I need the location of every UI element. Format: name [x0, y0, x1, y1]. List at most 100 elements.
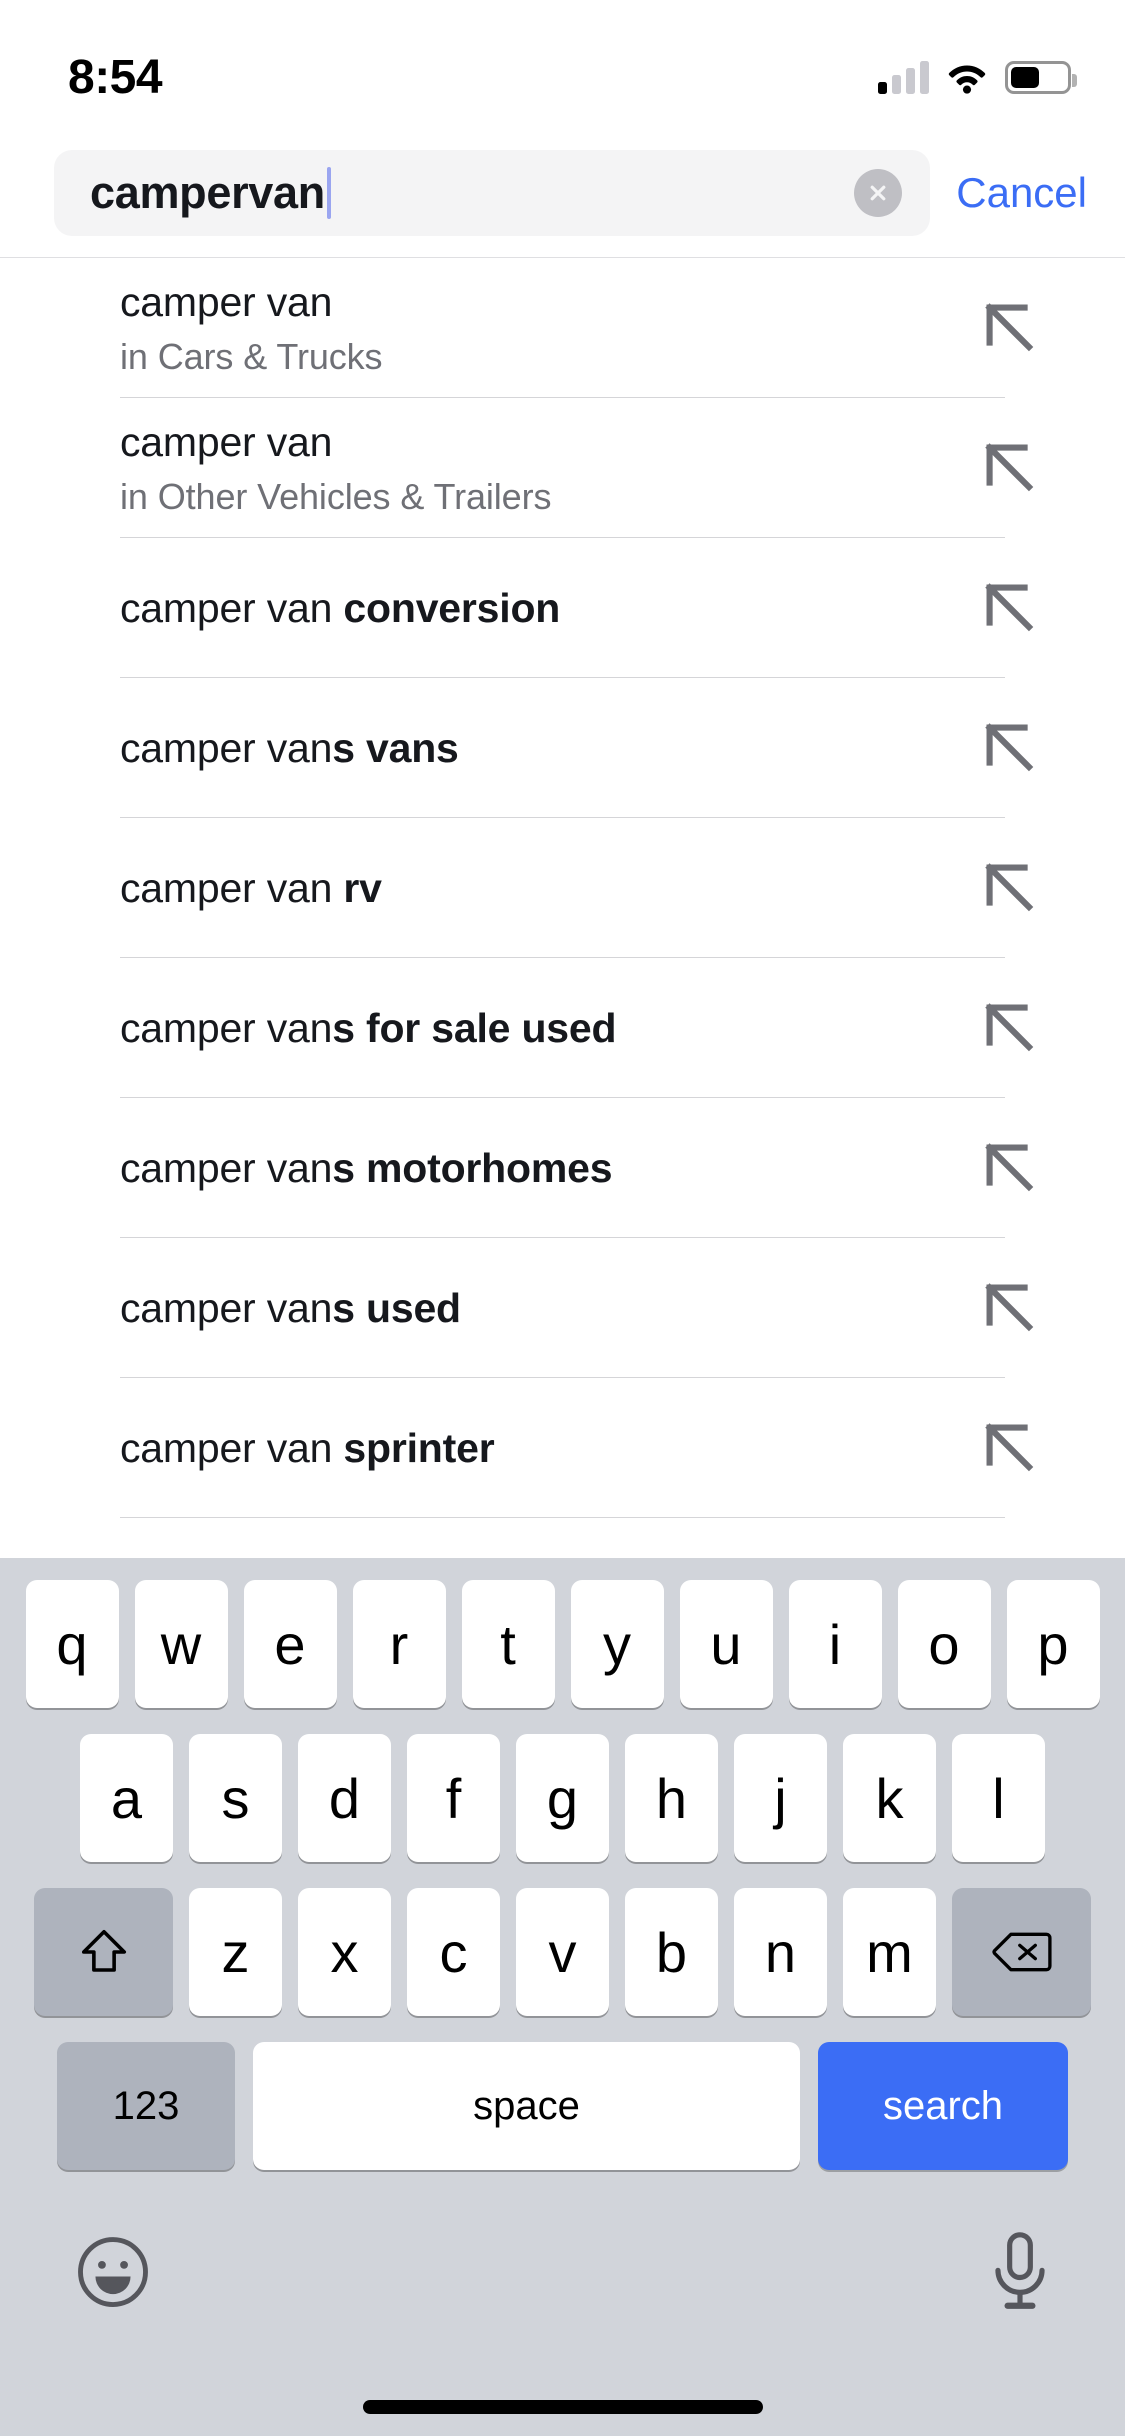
- keyboard-row-3: zxcvbnm: [0, 1888, 1125, 2016]
- status-bar-indicators: [878, 38, 1077, 94]
- suggestion-highlight: conversion: [343, 584, 561, 631]
- signal-bars-icon: [878, 60, 929, 94]
- arrow-up-left-icon[interactable]: [975, 713, 1045, 783]
- phone-screen: 8:54 campervan Cancel camper van in Cars…: [0, 0, 1125, 2436]
- on-screen-keyboard: qwertyuiop asdfghjkl zxcvbnm 123 space s…: [0, 1558, 1125, 2436]
- key-c[interactable]: c: [407, 1888, 500, 2016]
- key-n[interactable]: n: [734, 1888, 827, 2016]
- suggestion-prefix: camper van: [120, 1144, 333, 1191]
- backspace-key[interactable]: [952, 1888, 1091, 2016]
- close-icon: [870, 185, 886, 201]
- status-bar: 8:54: [0, 0, 1125, 132]
- arrow-up-left-icon[interactable]: [975, 1413, 1045, 1483]
- suggestion-prefix: camper van: [120, 724, 333, 771]
- suggestion-category: in Cars & Trucks: [120, 336, 383, 378]
- key-u[interactable]: u: [679, 1580, 773, 1708]
- key-k[interactable]: k: [843, 1734, 936, 1862]
- suggestion-row[interactable]: camper vans vans: [0, 678, 1125, 818]
- suggestion-highlight: sprinter: [343, 1424, 495, 1471]
- key-x[interactable]: x: [298, 1888, 391, 2016]
- suggestion-prefix: camper van: [120, 1424, 344, 1471]
- suggestion-text: camper van sprinter: [120, 1423, 951, 1473]
- key-f[interactable]: f: [407, 1734, 500, 1862]
- emoji-smiley-icon[interactable]: [74, 2233, 152, 2311]
- suggestion-text: camper van rv: [120, 863, 951, 913]
- search-bar: campervan Cancel: [0, 140, 1125, 246]
- suggestion-category: in Other Vehicles & Trailers: [120, 476, 552, 518]
- suggestion-text: camper van in Other Vehicles & Trailers: [120, 417, 951, 519]
- suggestion-highlight: s for sale used: [332, 1004, 617, 1051]
- search-suggestions-list: camper van in Cars & Trucks camper van in O…: [0, 258, 1125, 1558]
- suggestion-prefix: camper van: [120, 584, 344, 631]
- keyboard-row-4: 123 space search: [0, 2042, 1125, 2170]
- suggestion-row[interactable]: camper vans motorhomes: [0, 1098, 1125, 1238]
- key-a[interactable]: a: [80, 1734, 173, 1862]
- key-v[interactable]: v: [516, 1888, 609, 2016]
- key-t[interactable]: t: [461, 1580, 555, 1708]
- suggestion-text: camper van conversion: [120, 583, 951, 633]
- clear-text-button[interactable]: [854, 169, 903, 217]
- home-indicator-bar: [362, 2400, 763, 2414]
- text-cursor: [326, 167, 331, 219]
- numbers-key[interactable]: 123: [57, 2042, 235, 2170]
- arrow-up-left-icon[interactable]: [975, 1133, 1045, 1203]
- cancel-button[interactable]: Cancel: [956, 169, 1095, 217]
- suggestion-prefix: camper van: [120, 419, 333, 466]
- suggestion-row[interactable]: camper van sprinter: [0, 1378, 1125, 1518]
- shift-arrow-icon: [81, 1929, 126, 1972]
- key-h[interactable]: h: [625, 1734, 718, 1862]
- suggestion-text: camper van in Cars & Trucks: [120, 277, 951, 379]
- suggestion-highlight: rv: [343, 864, 382, 911]
- key-i[interactable]: i: [788, 1580, 882, 1708]
- key-y[interactable]: y: [570, 1580, 664, 1708]
- suggestion-row[interactable]: camper van rv: [0, 818, 1125, 958]
- arrow-up-left-icon[interactable]: [975, 573, 1045, 643]
- battery-icon: [1005, 60, 1077, 94]
- search-key[interactable]: search: [818, 2042, 1068, 2170]
- suggestion-row[interactable]: camper vans for sale used: [0, 958, 1125, 1098]
- key-w[interactable]: w: [134, 1580, 228, 1708]
- keyboard-bottom-bar: [0, 2190, 1125, 2314]
- key-b[interactable]: b: [625, 1888, 718, 2016]
- suggestion-text: camper vans used: [120, 1283, 951, 1333]
- suggestion-text: camper vans for sale used: [120, 1003, 951, 1053]
- key-l[interactable]: l: [952, 1734, 1045, 1862]
- suggestion-row[interactable]: camper vans used: [0, 1238, 1125, 1378]
- key-g[interactable]: g: [516, 1734, 609, 1862]
- search-input-value: campervan: [90, 167, 325, 218]
- suggestion-row[interactable]: camper van in Cars & Trucks: [0, 258, 1125, 398]
- key-e[interactable]: e: [243, 1580, 337, 1708]
- arrow-up-left-icon[interactable]: [975, 433, 1045, 503]
- arrow-up-left-icon[interactable]: [975, 993, 1045, 1063]
- suggestion-highlight: s used: [332, 1284, 461, 1331]
- key-z[interactable]: z: [189, 1888, 282, 2016]
- space-key[interactable]: space: [253, 2042, 800, 2170]
- suggestion-highlight: s motorhomes: [332, 1144, 613, 1191]
- search-input[interactable]: campervan: [54, 150, 931, 236]
- key-d[interactable]: d: [298, 1734, 391, 1862]
- arrow-up-left-icon[interactable]: [975, 293, 1045, 363]
- suggestion-text: camper vans vans: [120, 723, 951, 773]
- key-r[interactable]: r: [352, 1580, 446, 1708]
- key-s[interactable]: s: [189, 1734, 282, 1862]
- key-j[interactable]: j: [734, 1734, 827, 1862]
- suggestion-prefix: camper van: [120, 1004, 333, 1051]
- microphone-icon[interactable]: [989, 2230, 1051, 2314]
- keyboard-row-2: asdfghjkl: [0, 1734, 1125, 1862]
- arrow-up-left-icon[interactable]: [975, 853, 1045, 923]
- suggestion-highlight: s vans: [332, 724, 459, 771]
- key-p[interactable]: p: [1006, 1580, 1100, 1708]
- suggestion-row[interactable]: camper van in Other Vehicles & Trailers: [0, 398, 1125, 538]
- row-separator: [120, 1517, 1005, 1518]
- arrow-up-left-icon[interactable]: [975, 1273, 1045, 1343]
- suggestion-text: camper vans motorhomes: [120, 1143, 951, 1193]
- key-q[interactable]: q: [25, 1580, 119, 1708]
- keyboard-row-1: qwertyuiop: [0, 1580, 1125, 1708]
- suggestion-row[interactable]: camper van conversion: [0, 538, 1125, 678]
- status-bar-time: 8:54: [68, 50, 163, 104]
- suggestion-prefix: camper van: [120, 864, 344, 911]
- key-m[interactable]: m: [843, 1888, 936, 2016]
- key-o[interactable]: o: [897, 1580, 991, 1708]
- suggestion-prefix: camper van: [120, 279, 333, 326]
- shift-key[interactable]: [34, 1888, 173, 2016]
